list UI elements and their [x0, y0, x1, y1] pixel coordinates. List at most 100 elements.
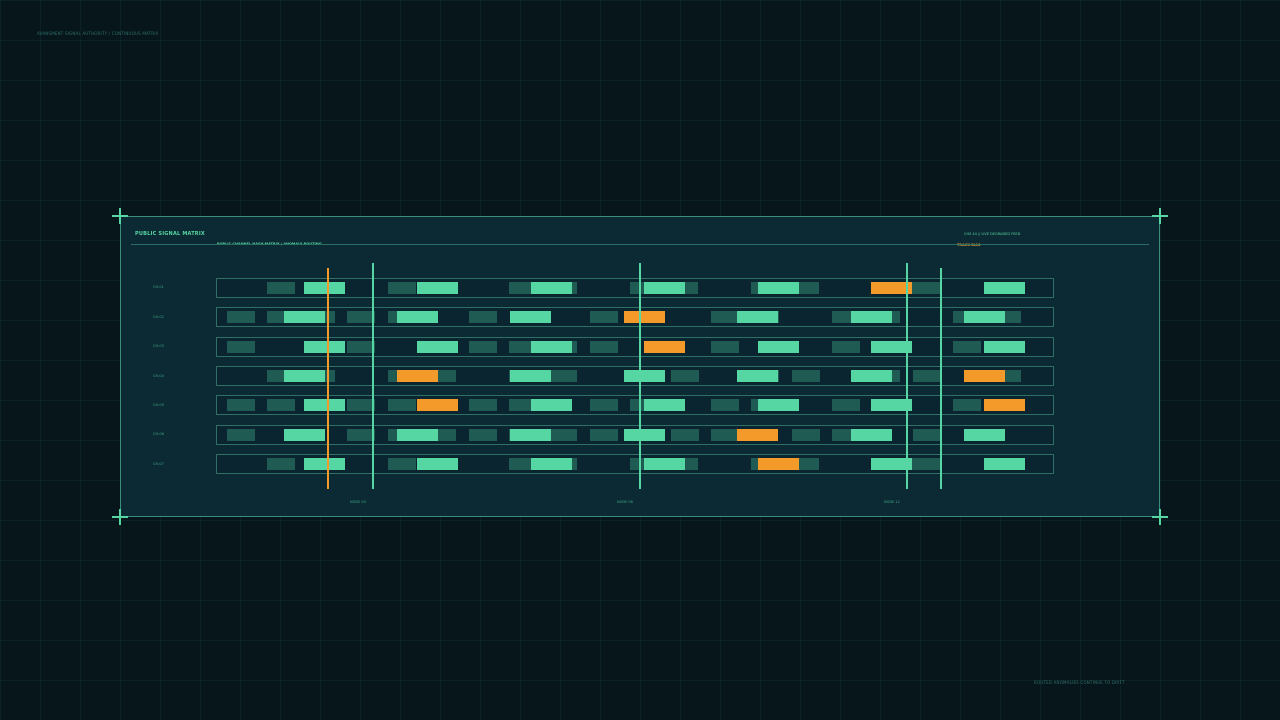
anomaly-cell — [964, 370, 1005, 382]
signal-cell-dim — [590, 399, 618, 411]
signal-cell-dim — [267, 458, 295, 470]
panel-title: PUBLIC SIGNAL MATRIX — [135, 231, 205, 237]
row-label: CH-06 — [153, 432, 164, 436]
corner-crosshair-icon — [112, 509, 128, 525]
signal-cell-dim — [590, 429, 618, 441]
track-bias-marker — [327, 268, 329, 489]
signal-cell — [284, 311, 325, 323]
signal-cell-dim — [671, 370, 699, 382]
signal-cell-dim — [267, 399, 295, 411]
signal-cell — [984, 458, 1025, 470]
signal-cell — [624, 429, 665, 441]
signal-cell — [417, 282, 458, 294]
axis-label: NODE 08 — [617, 500, 633, 504]
signal-cell — [851, 370, 892, 382]
node-marker-line — [639, 263, 641, 489]
signal-cell — [510, 429, 551, 441]
anomaly-cell — [737, 429, 778, 441]
signal-cell-dim — [832, 341, 860, 353]
signal-matrix-screen: AVANSMENT SIGNAL AUTHORITY / CONTINUOUS … — [0, 0, 1280, 720]
signal-cell-dim — [347, 311, 375, 323]
signal-cell-dim — [388, 458, 416, 470]
row-label: CH-07 — [153, 462, 164, 466]
signal-cell — [510, 370, 551, 382]
status-readout: CHS 44 // LIVE DEGRADED FEED — [964, 232, 1021, 236]
signal-cell — [304, 458, 345, 470]
signal-cell — [510, 311, 551, 323]
signal-cell-dim — [913, 370, 941, 382]
signal-cell — [624, 370, 665, 382]
signal-cell — [304, 341, 345, 353]
row-label: CH-04 — [153, 374, 164, 378]
signal-cell — [284, 370, 325, 382]
axis-label: NODE 12 — [884, 500, 900, 504]
signal-cell-dim — [347, 429, 375, 441]
signal-cell — [758, 282, 799, 294]
signal-lane — [216, 395, 1054, 415]
signal-cell — [644, 282, 685, 294]
signal-lane — [216, 307, 1054, 327]
signal-cell — [304, 399, 345, 411]
signal-cell — [984, 341, 1025, 353]
signal-cell-dim — [832, 399, 860, 411]
row-label: CH-05 — [153, 403, 164, 407]
signal-cell — [851, 429, 892, 441]
node-marker-line — [372, 263, 374, 489]
signal-cell — [284, 429, 325, 441]
signal-cell-dim — [792, 370, 820, 382]
axis-label: NODE 04 — [350, 500, 366, 504]
signal-cell — [417, 458, 458, 470]
signal-cell-dim — [953, 399, 981, 411]
signal-lane — [216, 337, 1054, 357]
signal-cell-dim — [590, 341, 618, 353]
signal-cell-dim — [267, 282, 295, 294]
signal-cell — [964, 311, 1005, 323]
signal-cell-dim — [227, 399, 255, 411]
anomaly-cell — [984, 399, 1025, 411]
signal-cell — [397, 311, 438, 323]
signal-cell-dim — [953, 341, 981, 353]
signal-cell-dim — [671, 429, 699, 441]
footer-note: ROUTED ANOMALIES CONTINUE TO DRIFT — [1034, 680, 1125, 685]
track-marker-line — [940, 268, 942, 489]
header-divider — [131, 244, 1149, 245]
signal-cell-dim — [590, 311, 618, 323]
signal-cell — [417, 341, 458, 353]
signal-cell-dim — [227, 341, 255, 353]
corner-crosshair-icon — [1152, 509, 1168, 525]
authority-caption: AVANSMENT SIGNAL AUTHORITY / CONTINUOUS … — [37, 31, 159, 36]
signal-cell-dim — [469, 341, 497, 353]
anomaly-cell — [624, 311, 665, 323]
signal-cell — [964, 429, 1005, 441]
signal-cell — [758, 399, 799, 411]
signal-cell-dim — [469, 311, 497, 323]
signal-cell — [304, 282, 345, 294]
signal-cell-dim — [711, 341, 739, 353]
signal-cell-dim — [388, 282, 416, 294]
anomaly-cell — [758, 458, 799, 470]
signal-cell-dim — [347, 399, 375, 411]
signal-cell — [531, 282, 572, 294]
signal-cell — [644, 458, 685, 470]
corner-crosshair-icon — [112, 208, 128, 224]
signal-cell-dim — [711, 429, 739, 441]
signal-cell — [644, 399, 685, 411]
signal-cell-dim — [711, 399, 739, 411]
row-label: CH-01 — [153, 285, 164, 289]
signal-cell-dim — [347, 341, 375, 353]
anomaly-cell — [397, 370, 438, 382]
signal-cell-dim — [469, 429, 497, 441]
signal-cell-dim — [227, 311, 255, 323]
signal-cell-dim — [388, 399, 416, 411]
row-label: CH-03 — [153, 344, 164, 348]
node-marker-line — [906, 263, 908, 489]
signal-lane — [216, 366, 1054, 386]
signal-cell — [397, 429, 438, 441]
corner-crosshair-icon — [1152, 208, 1168, 224]
signal-cell — [984, 282, 1025, 294]
signal-cell-dim — [469, 399, 497, 411]
signal-cell-dim — [792, 429, 820, 441]
signal-cell — [737, 370, 778, 382]
signal-cell — [851, 311, 892, 323]
signal-cell — [758, 341, 799, 353]
